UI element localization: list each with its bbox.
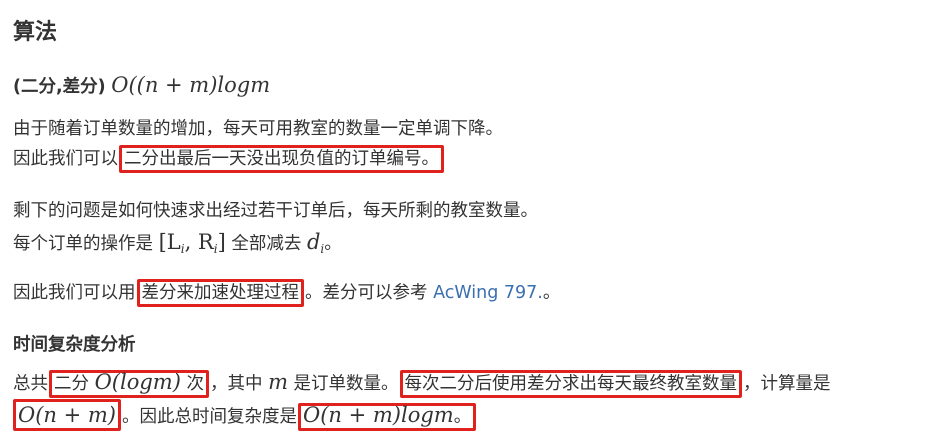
m-variable: m xyxy=(268,370,288,394)
para1-line2: 因此我们可以 二分出最后一天没出现负值的订单编号。 xyxy=(13,144,445,174)
method-complexity: O((n + m)logm xyxy=(111,73,271,97)
acwing-797-link[interactable]: AcWing 797. xyxy=(433,283,543,303)
method-tag: (二分,差分) xyxy=(13,77,106,97)
complexity-l1-prefix: 总共 xyxy=(13,374,48,394)
highlight-per-iteration: 每次二分后使用差分求出每天最终教室数量 xyxy=(399,370,743,398)
complexity-l1-mid2: 是订单数量。 xyxy=(287,374,399,394)
complexity-line2: O(n + m) 。因此总时间复杂度是 O(n + m)logm。 xyxy=(13,399,477,431)
highlight-per-iteration-cost: O(n + m) xyxy=(13,399,121,431)
para1-line1: 由于随着订单数量的增加，每天可用教室的数量一定单调下降。 xyxy=(13,119,503,139)
complexity-l2-mid: 。因此总时间复杂度是 xyxy=(122,407,297,427)
para2-line2-end: 。 xyxy=(324,234,342,254)
para2-line2-middle: 全部减去 xyxy=(231,234,302,254)
highlight-binary-search: 二分出最后一天没出现负值的订单编号。 xyxy=(119,145,444,173)
para1-line2-prefix: 因此我们可以 xyxy=(13,149,118,169)
heading-complexity-analysis: 时间复杂度分析 xyxy=(13,335,136,355)
complexity-l1-end: ，计算量是 xyxy=(743,374,831,394)
highlight-binary-count: 二分 O(logm) 次 xyxy=(49,370,209,398)
highlight-difference: 差分来加速处理过程 xyxy=(136,279,304,307)
interval-expression: [Li, Ri] xyxy=(158,230,226,256)
method-line: (二分,差分) O((n + m)logm xyxy=(13,70,270,100)
para3-prefix: 因此我们可以用 xyxy=(13,283,136,303)
heading-algorithm: 算法 xyxy=(13,20,58,45)
para3-end: 。 xyxy=(542,283,561,303)
para2-line2-prefix: 每个订单的操作是 xyxy=(13,234,153,254)
complexity-line1: 总共 二分 O(logm) 次，其中 m 是订单数量。 每次二分后使用差分求出每天最… xyxy=(13,367,831,398)
para3-line: 因此我们可以用 差分来加速处理过程 。差分可以参考 AcWing 797.。 xyxy=(13,278,560,308)
d-variable: di xyxy=(306,230,325,256)
complexity-l1-mid: ，其中 xyxy=(209,374,269,394)
para2-line2: 每个订单的操作是 [Li, Ri] 全部减去 di。 xyxy=(13,227,342,257)
para2-line1: 剩下的问题是如何快速求出经过若干订单后，每天所剩的教室数量。 xyxy=(13,201,538,221)
para3-middle: 。差分可以参考 xyxy=(305,283,434,303)
highlight-total-complexity: O(n + m)logm。 xyxy=(298,403,477,431)
